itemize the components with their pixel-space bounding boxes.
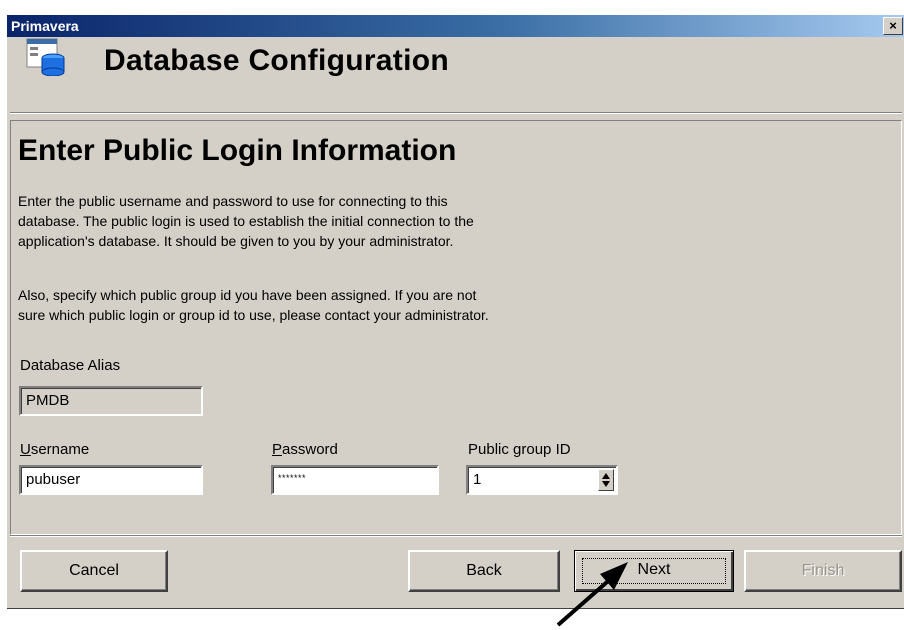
button-divider: [10, 535, 902, 537]
next-button[interactable]: Next: [574, 550, 734, 592]
instructions-line: Enter the public username and password t…: [18, 193, 448, 209]
finish-button: Finish: [744, 550, 902, 592]
username-mnemonic: U: [20, 441, 31, 458]
section-title: Enter Public Login Information: [18, 134, 457, 167]
header-title: Database Configuration: [104, 44, 449, 77]
password-mnemonic: P: [272, 441, 283, 458]
instructions-paragraph-1: Enter the public username and password t…: [18, 191, 698, 251]
spin-up-icon[interactable]: [602, 473, 610, 479]
instructions-line: Also, specify which public group id you …: [18, 287, 477, 303]
username-input[interactable]: pubuser: [19, 465, 203, 495]
spinner-control[interactable]: [598, 469, 614, 491]
instructions-line: application's database. It should be giv…: [18, 233, 454, 249]
group-label-after: roup ID: [521, 441, 571, 458]
database-icon: [26, 38, 65, 76]
public-group-id-input[interactable]: 1: [466, 465, 618, 495]
header-divider: [10, 112, 902, 114]
instructions-paragraph-2: Also, specify which public group id you …: [18, 285, 698, 325]
password-label: Password: [272, 441, 338, 458]
group-label-before: Public: [468, 441, 514, 458]
back-button[interactable]: Back: [408, 550, 560, 592]
password-input[interactable]: *******: [271, 465, 439, 495]
public-group-id-value: 1: [473, 471, 482, 488]
username-label-text: sername: [30, 441, 90, 458]
username-label: Username: [20, 441, 89, 458]
spin-down-icon[interactable]: [602, 481, 610, 487]
focus-ring: [582, 558, 726, 584]
public-group-id-label: Public group ID: [468, 441, 571, 458]
instructions-line: sure which public login or group id to u…: [18, 307, 489, 323]
cancel-button[interactable]: Cancel: [20, 550, 168, 592]
database-alias-field: PMDB: [19, 386, 203, 416]
instructions-line: database. The public login is used to es…: [18, 213, 474, 229]
password-label-text: assword: [282, 441, 338, 458]
database-alias-label: Database Alias: [20, 357, 121, 374]
